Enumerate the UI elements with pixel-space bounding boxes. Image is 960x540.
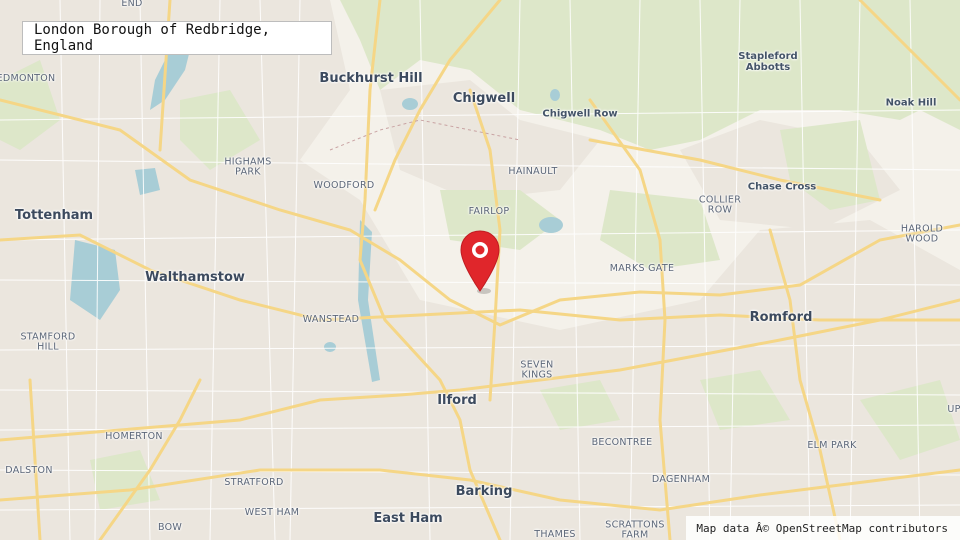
map-attribution: Map data Â© OpenStreetMap contributors xyxy=(686,516,960,540)
map-canvas[interactable]: END EDMONTON Buckhurst Hill Chigwell Chi… xyxy=(0,0,960,540)
map-pin-icon[interactable] xyxy=(460,229,504,295)
location-title: London Borough of Redbridge, England xyxy=(22,21,332,55)
